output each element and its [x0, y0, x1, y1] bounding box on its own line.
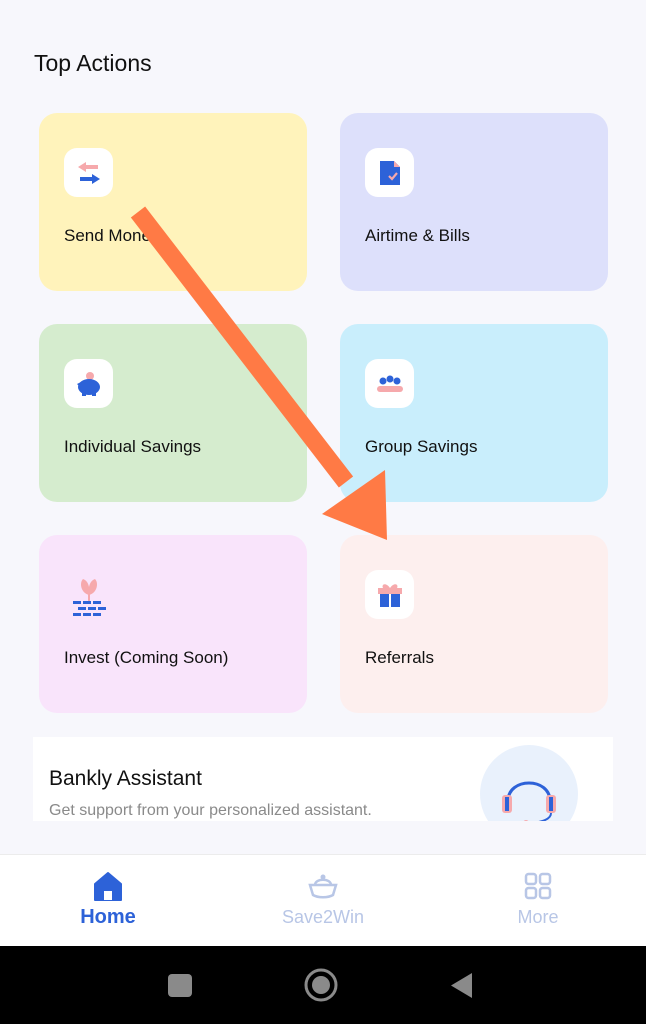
- recents-icon: [168, 974, 192, 997]
- bottom-nav: Home Save2Win More: [0, 854, 646, 947]
- assistant-card[interactable]: Bankly Assistant Get support from your p…: [33, 737, 613, 821]
- individual-savings-label: Individual Savings: [64, 437, 202, 456]
- app-screen: Top Actions Send Money Airtime & Bills I…: [0, 0, 646, 1024]
- piggy-bank-icon: [64, 359, 113, 408]
- home-button[interactable]: [291, 946, 351, 1024]
- nav-home-label: Home: [80, 906, 136, 928]
- system-nav-bar: [0, 946, 646, 1024]
- referrals-card[interactable]: Referrals: [340, 535, 608, 713]
- home-circle-icon: [304, 968, 338, 1002]
- back-triangle-icon: [451, 973, 472, 998]
- individual-savings-card[interactable]: Individual Savings: [39, 324, 307, 502]
- airtime-bills-card[interactable]: Airtime & Bills: [340, 113, 608, 291]
- nav-more-tab[interactable]: More: [458, 855, 618, 947]
- back-button[interactable]: [432, 946, 492, 1024]
- airtime-bills-label: Airtime & Bills: [365, 226, 470, 245]
- grid-icon: [458, 869, 618, 903]
- group-savings-label: Group Savings: [365, 437, 478, 456]
- nav-save2win-tab[interactable]: Save2Win: [243, 855, 403, 947]
- nav-home-tab[interactable]: Home: [28, 855, 188, 947]
- group-savings-card[interactable]: Group Savings: [340, 324, 608, 502]
- headset-icon: [502, 781, 556, 821]
- group-people-icon: [365, 359, 414, 408]
- nav-save2win-label: Save2Win: [281, 907, 365, 927]
- save2win-icon: [243, 869, 403, 903]
- assistant-title: Bankly Assistant: [49, 767, 202, 790]
- referrals-label: Referrals: [365, 648, 434, 667]
- invest-card[interactable]: Invest (Coming Soon): [39, 535, 307, 713]
- home-icon: [28, 869, 188, 903]
- send-money-card[interactable]: Send Money: [39, 113, 307, 291]
- transfer-arrows-icon: [64, 148, 113, 197]
- invest-label: Invest (Coming Soon): [64, 648, 229, 667]
- section-title: Top Actions: [34, 50, 152, 76]
- assistant-subtitle: Get support from your personalized assis…: [49, 802, 372, 819]
- send-money-label: Send Money: [64, 226, 160, 245]
- gift-box-icon: [365, 570, 414, 619]
- sprout-bricks-icon: [64, 570, 113, 619]
- recents-button[interactable]: [150, 946, 210, 1024]
- bill-document-icon: [365, 148, 414, 197]
- nav-more-label: More: [517, 907, 559, 927]
